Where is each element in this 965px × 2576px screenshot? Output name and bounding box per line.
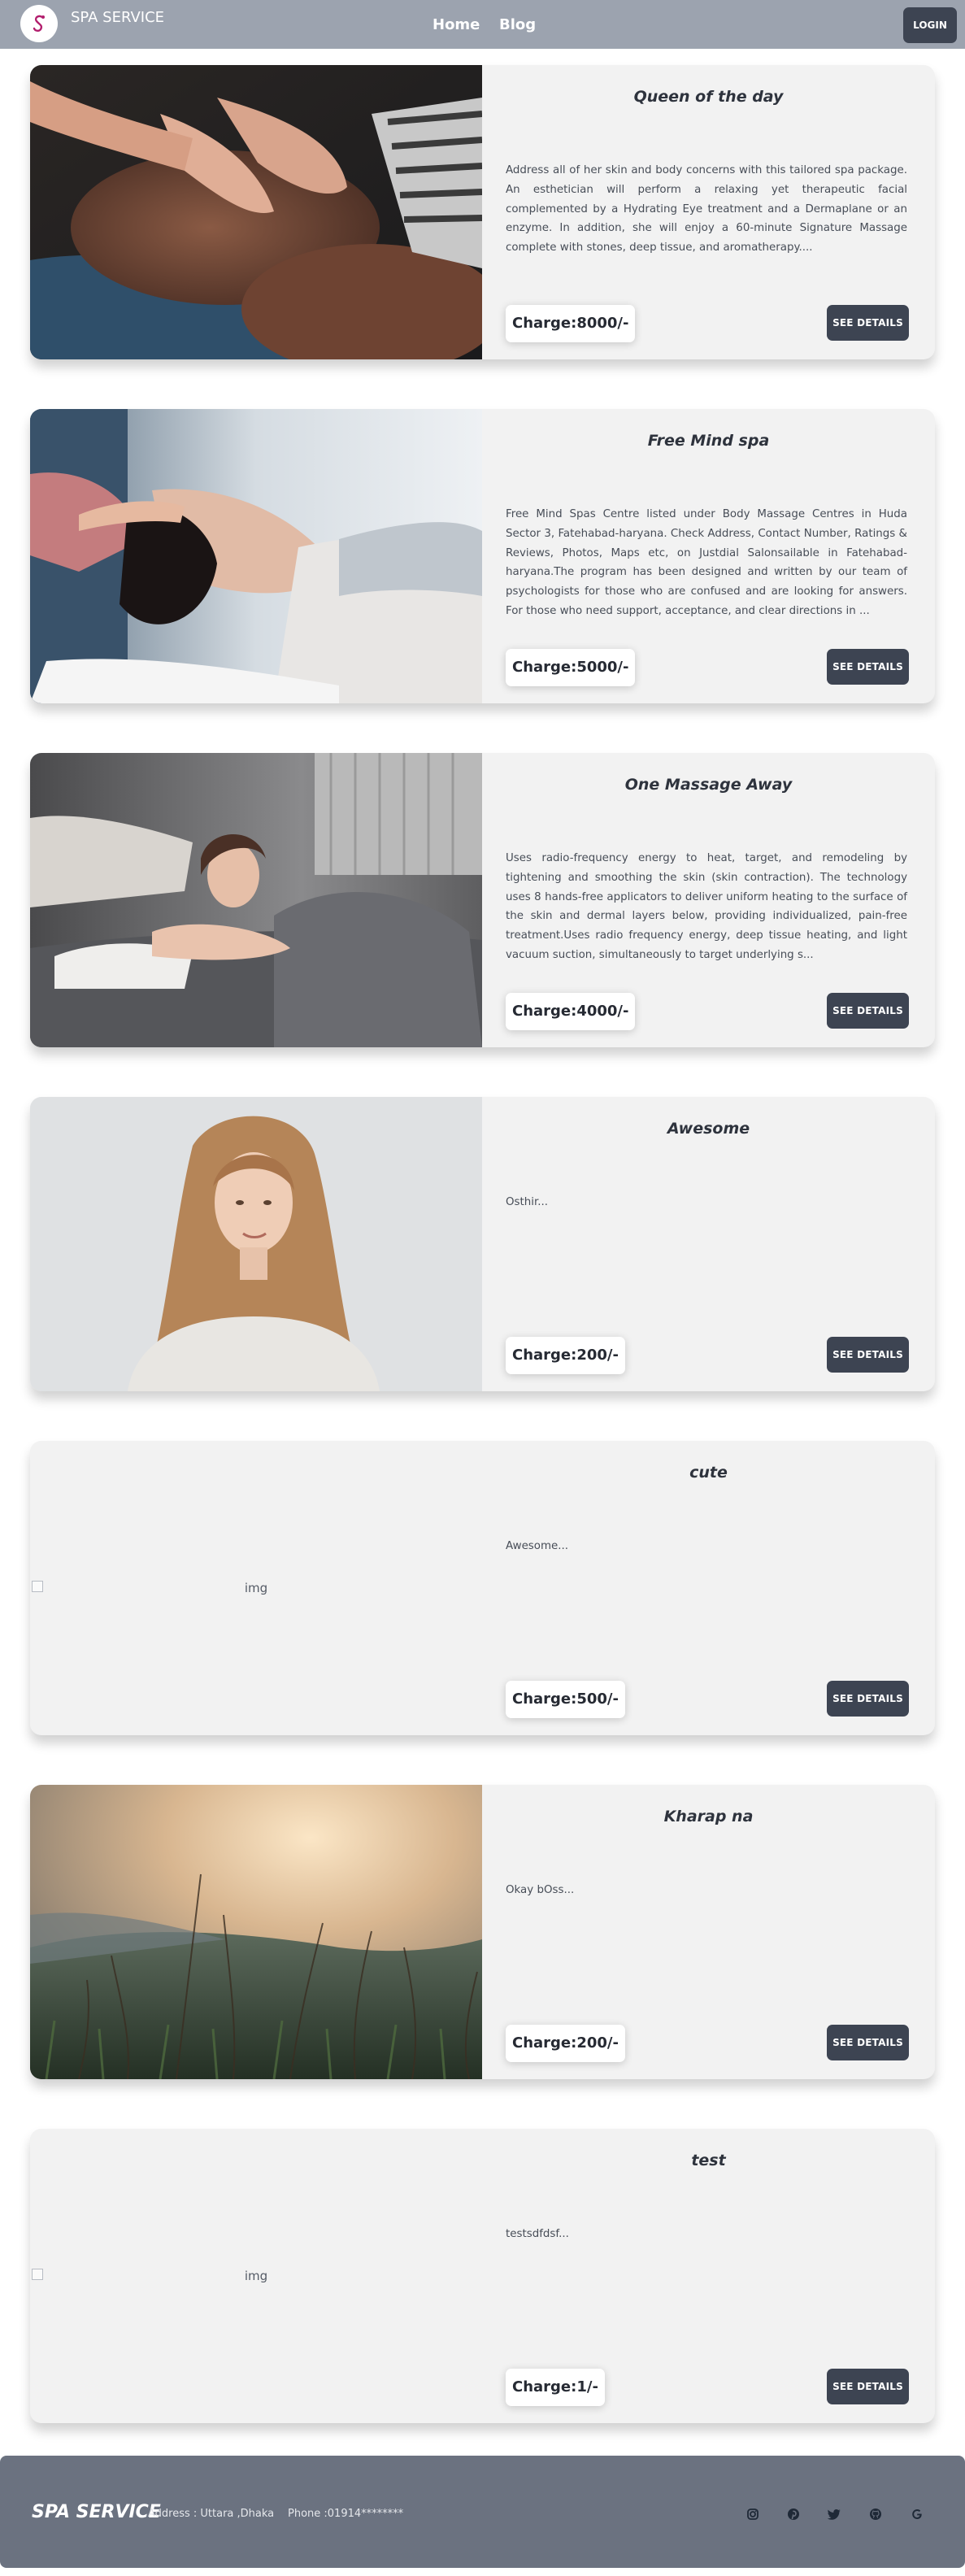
see-details-button[interactable]: SEE DETAILS xyxy=(827,1337,909,1373)
card-body: Awesome Osthir... Charge:200/- SEE DETAI… xyxy=(482,1097,935,1391)
service-title: cute xyxy=(689,1464,728,1482)
service-charge: Charge:200/- xyxy=(506,1337,625,1374)
nav-link-blog[interactable]: Blog xyxy=(499,16,536,33)
service-card: One Massage Away Uses radio-frequency en… xyxy=(30,753,935,1047)
see-details-button[interactable]: SEE DETAILS xyxy=(827,1681,909,1717)
service-description: Free Mind Spas Centre listed under Body … xyxy=(506,508,907,617)
service-card: img test testsdfdsf... Charge:1/- SEE DE… xyxy=(30,2129,935,2423)
image-alt-text: img xyxy=(244,2269,268,2283)
woman-lying-spa-photo xyxy=(30,753,482,1047)
footer-brand: SPA SERVICE xyxy=(32,2502,161,2522)
service-charge: Charge:500/- xyxy=(506,1681,625,1718)
service-title: Queen of the day xyxy=(633,88,784,106)
broken-image: img xyxy=(30,1441,482,1735)
face-massage-spa-photo xyxy=(30,409,482,703)
instagram-icon[interactable] xyxy=(743,2504,763,2524)
service-description: testsdfdsf... xyxy=(506,2228,569,2240)
image-alt-text: img xyxy=(244,1581,268,1595)
see-details-button[interactable]: SEE DETAILS xyxy=(827,2025,909,2060)
see-details-button[interactable]: SEE DETAILS xyxy=(827,305,909,341)
service-description: Address all of her skin and body concern… xyxy=(506,164,907,255)
card-body: Kharap na Okay bOss... Charge:200/- SEE … xyxy=(482,1785,935,2079)
see-details-button[interactable]: SEE DETAILS xyxy=(827,993,909,1029)
service-charge: Charge:8000/- xyxy=(506,305,636,342)
google-icon[interactable] xyxy=(907,2504,927,2524)
broken-image: img xyxy=(30,2129,482,2423)
service-charge: Charge:4000/- xyxy=(506,993,636,1030)
service-description: Okay bOss... xyxy=(506,1884,575,1896)
service-description: Uses radio-frequency energy to heat, tar… xyxy=(506,852,907,961)
service-card: Kharap na Okay bOss... Charge:200/- SEE … xyxy=(30,1785,935,2079)
service-title: test xyxy=(691,2152,726,2169)
service-charge: Charge:200/- xyxy=(506,2025,625,2062)
service-title: Free Mind spa xyxy=(647,432,770,450)
brand-name[interactable]: SPA SERVICE xyxy=(71,9,164,26)
navbar: SPA SERVICE Home Blog LOGIN xyxy=(0,0,965,49)
card-body: cute Awesome... Charge:500/- SEE DETAILS xyxy=(482,1441,935,1735)
nav-link-home[interactable]: Home xyxy=(433,16,480,33)
service-description: Awesome... xyxy=(506,1540,569,1552)
footer: SPA SERVICE Address : Uttara ,Dhaka Phon… xyxy=(0,2456,965,2568)
card-body: One Massage Away Uses radio-frequency en… xyxy=(482,753,935,1047)
service-description: Osthir... xyxy=(506,1196,549,1208)
service-card: img cute Awesome... Charge:500/- SEE DET… xyxy=(30,1441,935,1735)
service-title: Awesome xyxy=(667,1120,750,1138)
service-charge: Charge:1/- xyxy=(506,2369,605,2406)
service-card: Awesome Osthir... Charge:200/- SEE DETAI… xyxy=(30,1097,935,1391)
twitter-icon[interactable] xyxy=(825,2504,845,2524)
card-body: test testsdfdsf... Charge:1/- SEE DETAIL… xyxy=(482,2129,935,2423)
footer-address: Address : Uttara ,Dhaka xyxy=(148,2508,275,2520)
grass-field-sunset-photo xyxy=(30,1785,482,2079)
spa-logo-icon[interactable] xyxy=(20,5,58,42)
woman-portrait-photo xyxy=(30,1097,482,1391)
service-charge: Charge:5000/- xyxy=(506,649,636,686)
login-button[interactable]: LOGIN xyxy=(903,7,957,43)
service-card: Free Mind spa Free Mind Spas Centre list… xyxy=(30,409,935,703)
see-details-button[interactable]: SEE DETAILS xyxy=(827,649,909,685)
service-card: Queen of the day Address all of her skin… xyxy=(30,65,935,359)
card-body: Free Mind spa Free Mind Spas Centre list… xyxy=(482,409,935,703)
github-icon[interactable] xyxy=(866,2504,885,2524)
footer-phone: Phone :01914******** xyxy=(288,2508,404,2520)
service-title: Kharap na xyxy=(663,1808,754,1825)
facial-massage-photo xyxy=(30,65,482,359)
card-body: Queen of the day Address all of her skin… xyxy=(482,65,935,359)
pinterest-icon[interactable] xyxy=(784,2504,803,2524)
see-details-button[interactable]: SEE DETAILS xyxy=(827,2369,909,2404)
service-title: One Massage Away xyxy=(624,776,793,794)
